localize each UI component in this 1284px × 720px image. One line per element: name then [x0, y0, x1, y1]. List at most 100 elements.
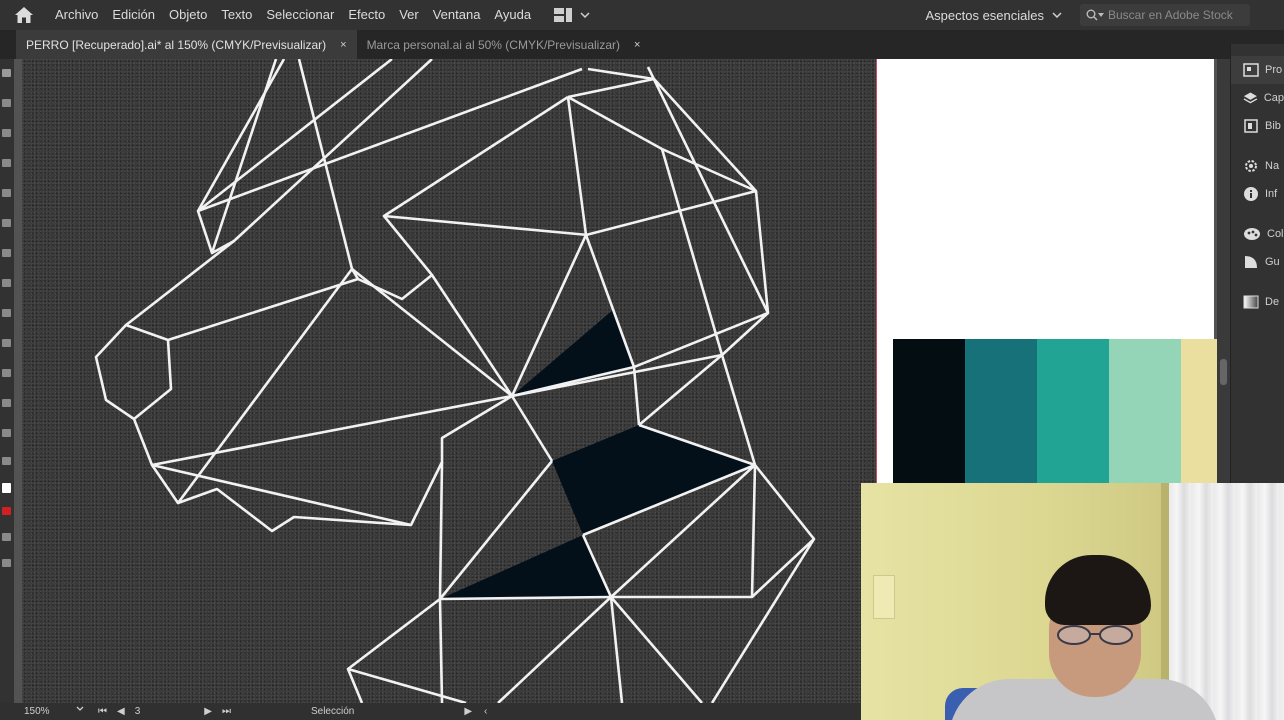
zoom-value: 150%: [24, 706, 50, 717]
stock-search[interactable]: [1080, 4, 1250, 26]
wireframe-line[interactable]: [176, 268, 354, 504]
rotate-tool-icon[interactable]: [2, 309, 11, 317]
menu-ayuda[interactable]: Ayuda: [487, 0, 538, 30]
menu-objeto[interactable]: Objeto: [162, 0, 214, 30]
panel-label: De: [1265, 296, 1280, 308]
webcam-light-switch: [873, 575, 895, 619]
tab-marca-personal[interactable]: Marca personal.ai al 50% (CMYK/Previsual…: [357, 30, 651, 59]
panel-label: Gu: [1265, 256, 1280, 268]
wireframe-line[interactable]: [346, 597, 441, 703]
direct-selection-tool-icon[interactable]: [2, 99, 11, 107]
wireframe-line[interactable]: [167, 277, 359, 342]
wireframe-line[interactable]: [710, 538, 816, 703]
tab-label: PERRO [Recuperado].ai* al 150% (CMYK/Pre…: [26, 37, 327, 52]
next-artboard-icon[interactable]: ▶: [204, 706, 212, 717]
wireframe-line[interactable]: [632, 366, 641, 426]
chevron-down-icon: [580, 12, 590, 18]
selection-tool-icon[interactable]: [2, 69, 11, 77]
artboard-number[interactable]: 3: [135, 706, 141, 717]
pencil-tool-icon[interactable]: [2, 279, 11, 287]
webcam-overlay: [861, 483, 1284, 720]
swatch-black[interactable]: [893, 339, 965, 489]
wireframe-line[interactable]: [383, 95, 569, 218]
layout-grid-icon: [554, 8, 573, 22]
panel-properties[interactable]: Pro: [1231, 56, 1284, 84]
first-artboard-icon[interactable]: ⏮: [98, 706, 107, 717]
none-color-icon[interactable]: [2, 507, 11, 515]
previous-artboard-icon[interactable]: ◀: [117, 706, 125, 717]
wireframe-line[interactable]: [197, 59, 393, 213]
wireframe-line[interactable]: [197, 67, 583, 213]
wireframe-line[interactable]: [585, 189, 757, 237]
panel-gradient[interactable]: De: [1231, 288, 1284, 316]
screen-mode-icon[interactable]: [2, 559, 11, 567]
panel-guide[interactable]: Gu: [1231, 248, 1284, 276]
brush-tool-icon[interactable]: [2, 249, 11, 257]
type-tool-icon[interactable]: [2, 159, 11, 167]
search-input[interactable]: [1108, 8, 1248, 22]
scale-tool-icon[interactable]: [2, 339, 11, 347]
swatch-teal[interactable]: [1037, 339, 1109, 489]
shape-builder-tool-icon[interactable]: [2, 369, 11, 377]
line-tool-icon[interactable]: [2, 189, 11, 197]
properties-icon: [1243, 63, 1259, 77]
panel-info[interactable]: Inf: [1231, 180, 1284, 208]
draw-mode-icon[interactable]: [2, 533, 11, 541]
panel-color[interactable]: Col: [1231, 220, 1284, 248]
swatch-mint[interactable]: [1109, 339, 1181, 489]
close-tab-button[interactable]: ×: [340, 39, 346, 51]
wireframe-line[interactable]: [510, 395, 554, 462]
menu-texto[interactable]: Texto: [214, 0, 259, 30]
filled-facet[interactable]: [552, 425, 755, 535]
status-arrow-icon[interactable]: ▶: [464, 706, 472, 717]
home-icon: [15, 7, 33, 23]
wireframe-line[interactable]: [125, 323, 173, 421]
wireframe-line[interactable]: [347, 667, 467, 703]
menu-edicion[interactable]: Edición: [105, 0, 162, 30]
panel-layers[interactable]: Cap: [1231, 84, 1284, 112]
close-tab-button[interactable]: ×: [634, 39, 640, 51]
swatch-dark-teal[interactable]: [965, 339, 1037, 489]
menu-efecto[interactable]: Efecto: [341, 0, 392, 30]
menu-archivo[interactable]: Archivo: [48, 0, 105, 30]
wireframe-line[interactable]: [94, 239, 514, 533]
chevron-left-icon[interactable]: ‹: [484, 706, 487, 717]
wireframe-line[interactable]: [638, 312, 769, 426]
tab-perro[interactable]: PERRO [Recuperado].ai* al 150% (CMYK/Pre…: [16, 30, 357, 59]
wireframe-line[interactable]: [567, 77, 655, 99]
panel-libraries[interactable]: Bib: [1231, 112, 1284, 140]
palette-icon: [1244, 228, 1260, 240]
wireframe-line[interactable]: [660, 148, 757, 466]
wireframe-line[interactable]: [196, 59, 286, 255]
panel-label: Col: [1267, 228, 1284, 240]
wireframe-line[interactable]: [610, 596, 703, 703]
wireframe-line[interactable]: [497, 596, 612, 703]
wireframe-line[interactable]: [151, 463, 412, 527]
scrollbar-thumb[interactable]: [1220, 359, 1227, 385]
current-tool-status[interactable]: Selección: [311, 706, 354, 717]
home-button[interactable]: [0, 0, 48, 30]
menu-ventana[interactable]: Ventana: [426, 0, 488, 30]
wireframe-line[interactable]: [587, 66, 770, 315]
color-guide-icon: [1245, 256, 1257, 268]
menu-seleccionar[interactable]: Seleccionar: [259, 0, 341, 30]
wireframe-line[interactable]: [151, 394, 513, 467]
panel-navigator[interactable]: Na: [1231, 152, 1284, 180]
zoom-dropdown[interactable]: 150%: [24, 706, 84, 717]
fill-color-icon[interactable]: [2, 483, 11, 493]
panel-label: Pro: [1265, 64, 1283, 76]
artboard-dog[interactable]: [22, 59, 876, 703]
pen-tool-icon[interactable]: [2, 129, 11, 137]
swap-colors-icon[interactable]: [2, 457, 11, 465]
gradient-tool-icon[interactable]: [2, 399, 11, 407]
eyedropper-tool-icon[interactable]: [2, 429, 11, 437]
menu-ver[interactable]: Ver: [392, 0, 426, 30]
last-artboard-icon[interactable]: ⏭: [222, 706, 231, 717]
arrange-documents-button[interactable]: [554, 8, 590, 22]
wireframe-line[interactable]: [750, 464, 757, 598]
rectangle-tool-icon[interactable]: [2, 219, 11, 227]
workspace-switcher[interactable]: Aspectos esenciales: [925, 8, 1062, 23]
geometric-dog-artwork[interactable]: [22, 59, 876, 703]
wireframe-line[interactable]: [438, 461, 444, 703]
wireframe-line[interactable]: [567, 95, 757, 193]
